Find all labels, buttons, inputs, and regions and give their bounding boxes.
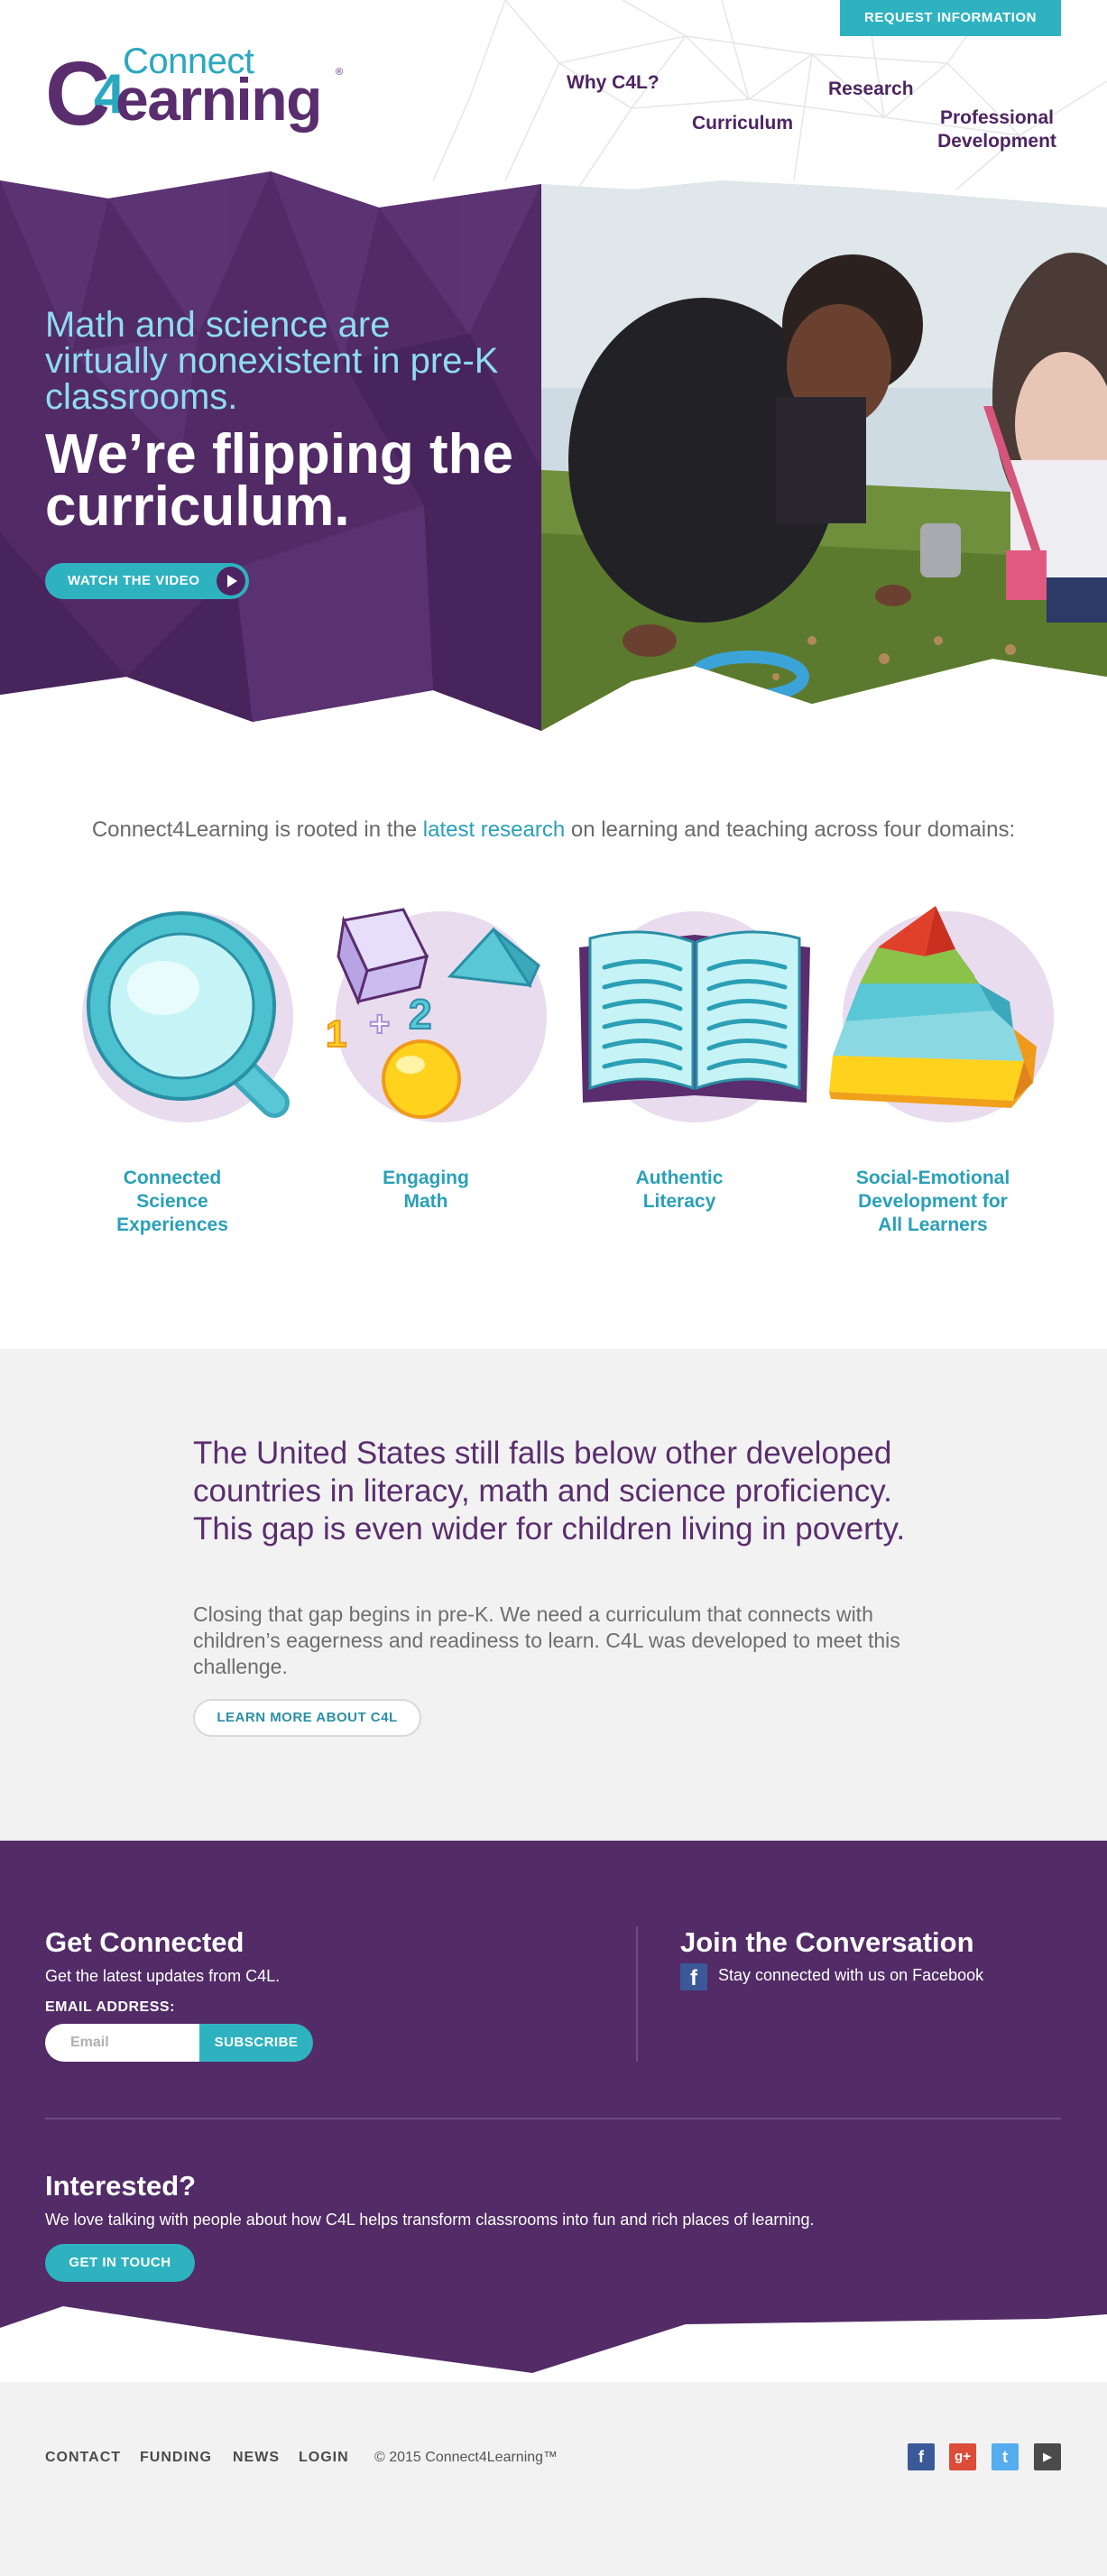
gap-headline: The United States still falls below othe… <box>193 1436 906 1547</box>
facebook-link[interactable]: Stay connected with us on Facebook <box>718 1966 983 1985</box>
facebook-icon[interactable]: f <box>680 1963 707 1990</box>
latest-research-link[interactable]: latest research <box>423 817 565 842</box>
hero-subtitle: Math and science are virtually nonexiste… <box>45 305 499 417</box>
intro-text-after: on learning and teaching across four dom… <box>565 817 1016 842</box>
magnifier-icon <box>87 911 290 1118</box>
hero-title: We’re flipping the curriculum. <box>45 423 513 538</box>
pyramid-icon <box>829 906 1037 1108</box>
get-connected-title: Get Connected <box>45 1926 244 1958</box>
domain-math[interactable]: 1 + 2 Engaging Math <box>313 902 547 1245</box>
domain-label-line: All Learners <box>878 1214 988 1235</box>
footer-vertical-divider <box>636 1926 638 2062</box>
copyright-text: © 2015 Connect4Learning™ <box>374 2450 558 2465</box>
join-conversation-title: Join the Conversation <box>680 1926 974 1958</box>
domain-label: Engaging Math <box>313 1167 539 1214</box>
domain-label-line: Math <box>403 1191 448 1212</box>
get-in-touch-button[interactable]: GET IN TOUCH <box>45 2244 195 2282</box>
svg-text:2: 2 <box>409 991 432 1038</box>
footer-link-contact[interactable]: CONTACT <box>45 2450 121 2466</box>
google-plus-icon[interactable]: g+ <box>949 2443 976 2470</box>
watch-video-label: WATCH THE VIDEO <box>68 573 200 588</box>
domain-label-line: Connected <box>123 1168 222 1188</box>
interested-title: Interested? <box>45 2170 197 2202</box>
domain-label-line: Science <box>136 1191 208 1212</box>
domain-label-line: Literacy <box>642 1191 716 1212</box>
domain-science[interactable]: Connected Science Experiences <box>60 902 293 1245</box>
domain-label-line: Experiences <box>116 1214 228 1235</box>
footer-horizontal-divider <box>45 2118 1061 2119</box>
site-header: C 4 Connect earning ® REQUEST INFORMATIO… <box>0 0 1107 190</box>
youtube-icon[interactable]: ▶ <box>1034 2443 1061 2470</box>
domain-literacy[interactable]: Authentic Literacy <box>567 902 810 1245</box>
play-icon <box>217 567 245 596</box>
domain-social-emotional[interactable]: Social-Emotional Development for All Lea… <box>820 902 1054 1245</box>
svg-text:+: + <box>369 1004 390 1044</box>
domain-label: Social-Emotional Development for All Lea… <box>820 1167 1046 1237</box>
hero-section: Math and science are virtually nonexiste… <box>0 171 1107 740</box>
logo-registered-mark: ® <box>336 67 344 78</box>
math-shapes-icon: 1 + 2 <box>325 908 540 1119</box>
footer-link-funding[interactable]: FUNDING <box>140 2450 212 2466</box>
domain-label: Connected Science Experiences <box>60 1167 285 1237</box>
footer-purple-shape <box>0 1841 1107 2373</box>
nav-why-c4l[interactable]: Why C4L? <box>567 71 660 95</box>
email-input[interactable] <box>45 2024 199 2062</box>
domain-label: Authentic Literacy <box>567 1167 792 1214</box>
connect-footer: Get Connected Get the latest updates fro… <box>0 1841 1107 2382</box>
open-book-icon <box>579 930 810 1103</box>
intro-text-before: Connect4Learning is rooted in the <box>91 817 423 842</box>
twitter-icon[interactable]: t <box>992 2443 1019 2470</box>
domains-intro: Connect4Learning is rooted in the latest… <box>0 817 1107 844</box>
email-label: EMAIL ADDRESS: <box>45 1999 175 2015</box>
nav-professional-line1: Professional <box>939 107 1055 128</box>
watch-video-button[interactable]: WATCH THE VIDEO <box>45 563 249 599</box>
nav-professional-development[interactable]: Professional Development <box>929 106 1065 153</box>
subscribe-button[interactable]: SUBSCRIBE <box>199 2024 313 2062</box>
svg-text:1: 1 <box>326 1012 346 1055</box>
nav-professional-line2: Development <box>937 131 1056 152</box>
logo-learning-text: earning <box>115 66 322 133</box>
nav-curriculum[interactable]: Curriculum <box>692 112 793 135</box>
c4l-logo[interactable]: C 4 Connect earning ® <box>45 42 352 141</box>
hero-photo <box>541 180 1107 731</box>
domain-label-line: Development for <box>858 1191 1008 1212</box>
interested-text: We love talking with people about how C4… <box>45 2211 815 2229</box>
get-connected-subtitle: Get the latest updates from C4L. <box>45 1967 281 1985</box>
nav-research[interactable]: Research <box>828 78 914 101</box>
gap-body-text: Closing that gap begins in pre-K. We nee… <box>193 1602 900 1678</box>
footer-link-login[interactable]: LOGIN <box>299 2450 349 2466</box>
achievement-gap-section: The United States still falls below othe… <box>0 1349 1107 1841</box>
domain-label-line: Authentic <box>635 1168 724 1188</box>
footer-link-news[interactable]: NEWS <box>233 2450 280 2466</box>
domain-label-line: Social-Emotional <box>855 1168 1010 1188</box>
request-information-button[interactable]: REQUEST INFORMATION <box>840 0 1061 36</box>
learn-more-button[interactable]: LEARN MORE ABOUT C4L <box>193 1699 421 1737</box>
facebook-icon[interactable]: f <box>908 2443 935 2470</box>
domain-label-line: Engaging <box>383 1168 469 1188</box>
bottom-footer: CONTACT FUNDING NEWS LOGIN © 2015 Connec… <box>0 2382 1107 2576</box>
